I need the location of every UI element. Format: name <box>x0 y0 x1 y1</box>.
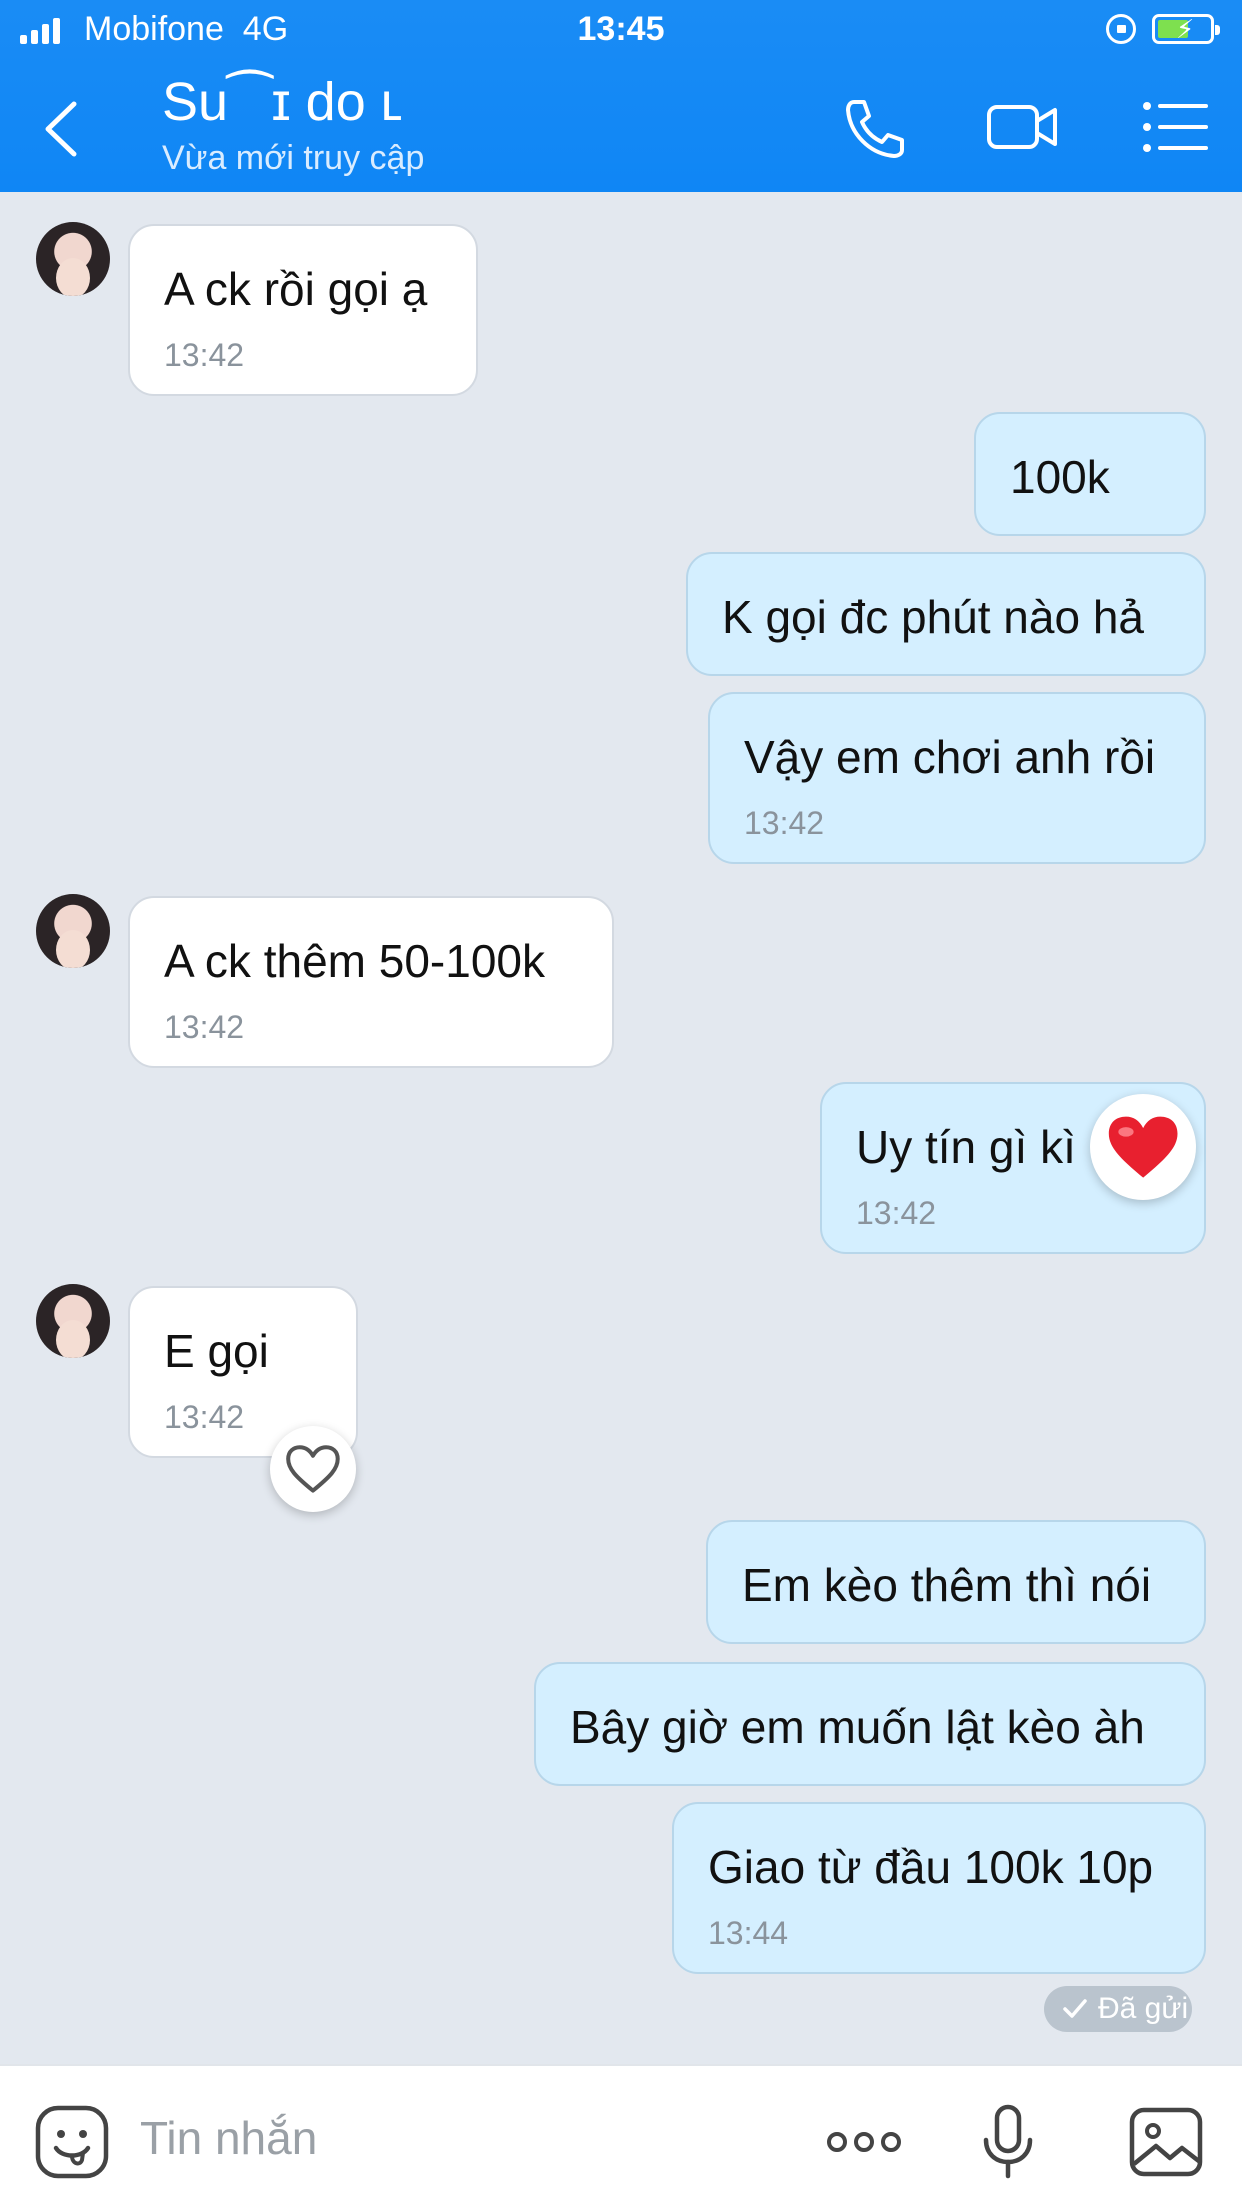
sticker-icon <box>35 2105 109 2179</box>
contact-avatar[interactable] <box>36 222 110 296</box>
heart-icon <box>1108 1116 1178 1178</box>
more-icon <box>827 2132 901 2152</box>
presence-status: Vừa mới truy cập <box>162 139 425 177</box>
chat-header: Mobifone 4G 13:45 ⚡ Su⁀ɪ do ʟ Vừa mới tr… <box>0 0 1242 192</box>
image-picker-button[interactable] <box>1128 2104 1204 2180</box>
voice-call-button[interactable] <box>838 94 910 160</box>
message-composer <box>0 2064 1242 2208</box>
message-bubble-incoming[interactable]: A ck rồi gọi ạ 13:42 <box>128 224 478 396</box>
microphone-icon <box>983 2104 1033 2179</box>
message-text: K gọi đc phút nào hả <box>722 591 1144 643</box>
message-time: 13:44 <box>708 1915 789 1951</box>
message-text: Bây giờ em muốn lật kèo àh <box>570 1701 1145 1753</box>
back-icon <box>45 101 77 157</box>
menu-icon <box>1143 102 1208 152</box>
message-bubble-outgoing[interactable]: Em kèo thêm thì nói <box>706 1520 1206 1644</box>
message-bubble-outgoing[interactable]: Giao từ đầu 100k 10p 13:44 <box>672 1802 1206 1974</box>
more-options-button[interactable] <box>824 2104 904 2180</box>
contact-name[interactable]: Su⁀ɪ do ʟ <box>162 72 403 132</box>
status-time: 13:45 <box>577 10 665 48</box>
message-bubble-outgoing[interactable]: Bây giờ em muốn lật kèo àh <box>534 1662 1206 1786</box>
check-icon <box>1063 1999 1087 2018</box>
message-text: A ck thêm 50-100k <box>164 935 545 987</box>
status-bar: Mobifone 4G 13:45 ⚡ <box>0 0 1242 62</box>
sticker-button[interactable] <box>34 2104 110 2180</box>
delivery-status-badge: Đã gửi <box>1044 1986 1192 2032</box>
message-bubble-outgoing[interactable]: K gọi đc phút nào hả <box>686 552 1206 676</box>
message-time: 13:42 <box>744 805 825 841</box>
message-text: Vậy em chơi anh rồi <box>744 731 1156 783</box>
video-call-icon <box>987 105 1057 149</box>
message-time: 13:42 <box>164 1009 245 1045</box>
message-text: E gọi <box>164 1325 269 1377</box>
message-time: 13:42 <box>164 1399 245 1435</box>
phone-icon <box>846 100 904 158</box>
image-icon <box>1129 2107 1203 2177</box>
contact-avatar[interactable] <box>36 1284 110 1358</box>
voice-message-button[interactable] <box>978 2104 1038 2180</box>
message-bubble-outgoing[interactable]: 100k <box>974 412 1206 536</box>
reaction-button[interactable] <box>270 1426 356 1512</box>
charging-icon: ⚡ <box>1176 14 1195 44</box>
reaction-heart[interactable] <box>1090 1094 1196 1200</box>
message-text: Em kèo thêm thì nói <box>742 1559 1152 1611</box>
message-text: 100k <box>1010 451 1110 503</box>
message-text: Uy tín gì kì <box>856 1121 1076 1173</box>
video-call-button[interactable] <box>986 94 1058 160</box>
contact-avatar[interactable] <box>36 894 110 968</box>
chat-menu-button[interactable] <box>1140 94 1212 160</box>
message-bubble-incoming[interactable]: A ck thêm 50-100k 13:42 <box>128 896 614 1068</box>
back-button[interactable] <box>34 96 88 162</box>
message-time: 13:42 <box>856 1195 937 1231</box>
heart-outline-icon <box>286 1445 340 1493</box>
message-text: Giao từ đầu 100k 10p <box>708 1841 1154 1893</box>
rotation-lock-icon <box>1106 14 1136 44</box>
delivery-status-label: Đã gửi <box>1098 1992 1189 2025</box>
message-time: 13:42 <box>164 337 245 373</box>
message-bubble-outgoing[interactable]: Vậy em chơi anh rồi 13:42 <box>708 692 1206 864</box>
message-text: A ck rồi gọi ạ <box>164 263 428 315</box>
message-input[interactable] <box>140 2102 780 2174</box>
